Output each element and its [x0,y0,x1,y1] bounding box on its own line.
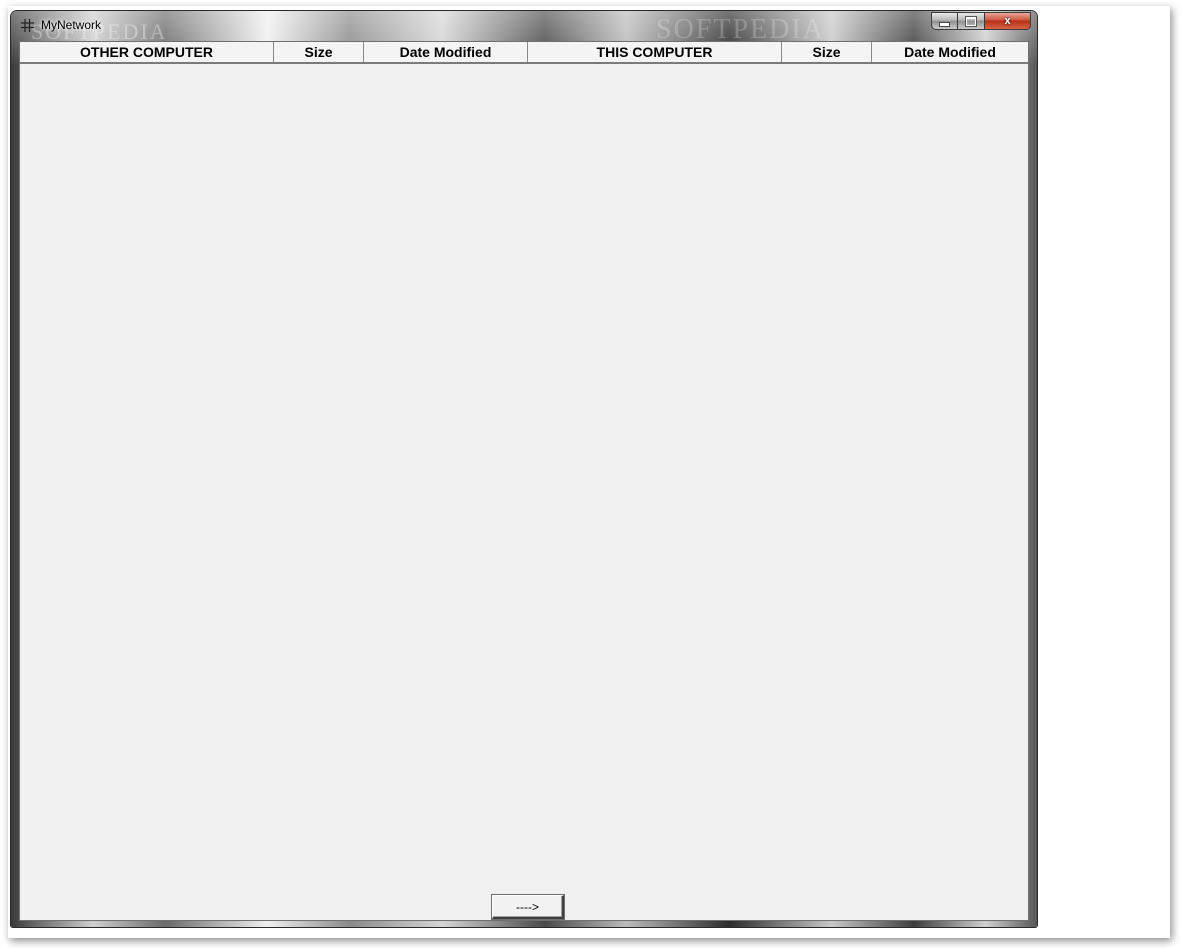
window-controls: x [931,12,1031,30]
grid-app-icon [21,19,34,32]
column-header-this-size[interactable]: Size [782,42,872,62]
app-window: SOFTPEDIA SOFTPEDIA MyNetwork x OTHER CO… [11,11,1037,927]
maximize-button[interactable] [958,12,985,30]
column-header-other-size[interactable]: Size [274,42,364,62]
transfer-arrow-button[interactable]: ----> [492,895,564,919]
file-transfer-panel: OTHER COMPUTER Size Date Modified THIS C… [19,41,1029,921]
column-header-this-date-modified[interactable]: Date Modified [872,42,1028,62]
close-icon: x [1004,15,1011,27]
close-button[interactable]: x [985,12,1031,30]
column-header-other-computer[interactable]: OTHER COMPUTER [20,42,274,62]
minimize-button[interactable] [931,12,958,30]
title-bar[interactable]: SOFTPEDIA SOFTPEDIA MyNetwork x [11,11,1037,45]
file-list-header: OTHER COMPUTER Size Date Modified THIS C… [20,42,1028,64]
minimize-icon [939,21,950,27]
column-header-this-computer[interactable]: THIS COMPUTER [528,42,782,62]
maximize-icon [965,15,977,27]
window-title: MyNetwork [41,18,102,32]
column-header-other-date-modified[interactable]: Date Modified [364,42,528,62]
